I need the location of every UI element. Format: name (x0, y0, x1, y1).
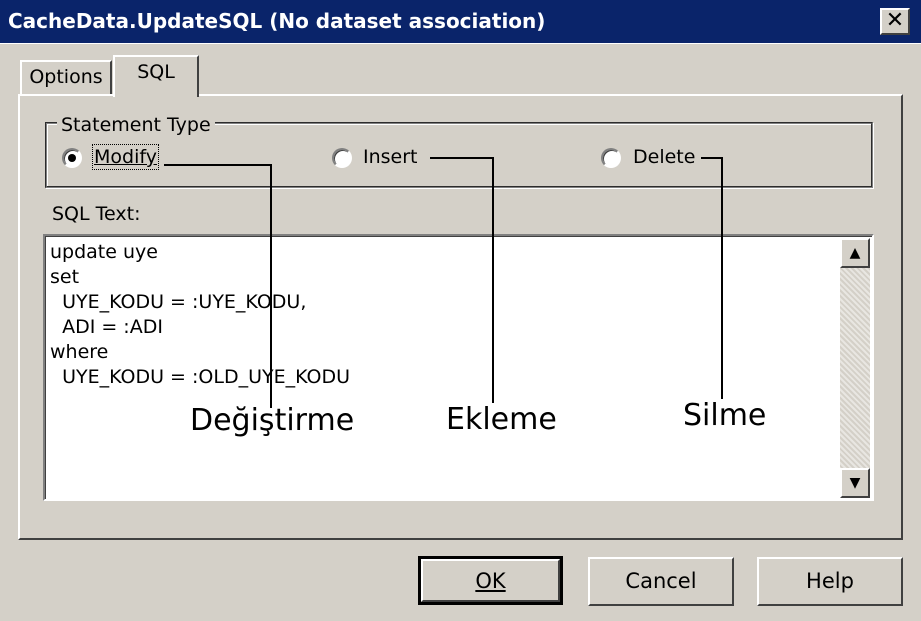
tab-options[interactable]: Options (20, 60, 112, 96)
arrow-up-icon: ▲ (849, 245, 861, 261)
annotation-line (430, 157, 494, 159)
sql-text-content[interactable]: update uye set UYE_KODU = :UYE_KODU, ADI … (50, 240, 350, 390)
close-button[interactable]: ✕ (880, 8, 910, 35)
cancel-button[interactable]: Cancel (588, 557, 734, 606)
radio-selected-dot (68, 154, 76, 162)
help-button[interactable]: Help (757, 557, 903, 606)
annotation-line (270, 164, 272, 408)
annotation-line (721, 157, 723, 399)
radio-delete[interactable] (601, 148, 621, 168)
annotation-delete: Silme (683, 398, 767, 433)
tab-sql[interactable]: SQL (113, 55, 199, 97)
annotation-line (164, 164, 272, 166)
annotation-line (492, 157, 494, 403)
sql-text-editor[interactable]: update uye set UYE_KODU = :UYE_KODU, ADI … (43, 234, 874, 501)
annotation-modify: Değiştirme (190, 403, 355, 438)
radio-insert[interactable] (332, 148, 352, 168)
scroll-down-button[interactable]: ▼ (840, 468, 870, 498)
statement-type-legend: Statement Type (57, 114, 215, 136)
close-icon: ✕ (885, 8, 905, 33)
arrow-down-icon: ▼ (849, 475, 861, 491)
annotation-line (701, 157, 723, 159)
scroll-up-button[interactable]: ▲ (840, 238, 870, 268)
ok-button[interactable]: OK (418, 556, 563, 605)
radio-modify[interactable] (62, 148, 82, 168)
annotation-insert: Ekleme (446, 402, 557, 437)
window-title: CacheData.UpdateSQL (No dataset associat… (8, 9, 546, 33)
radio-label-insert[interactable]: Insert (363, 146, 418, 168)
radio-label-modify[interactable]: Modify (92, 144, 159, 170)
sql-text-label: SQL Text: (52, 203, 141, 225)
vertical-scrollbar[interactable]: ▲ ▼ (840, 238, 870, 498)
radio-label-delete[interactable]: Delete (633, 146, 695, 168)
